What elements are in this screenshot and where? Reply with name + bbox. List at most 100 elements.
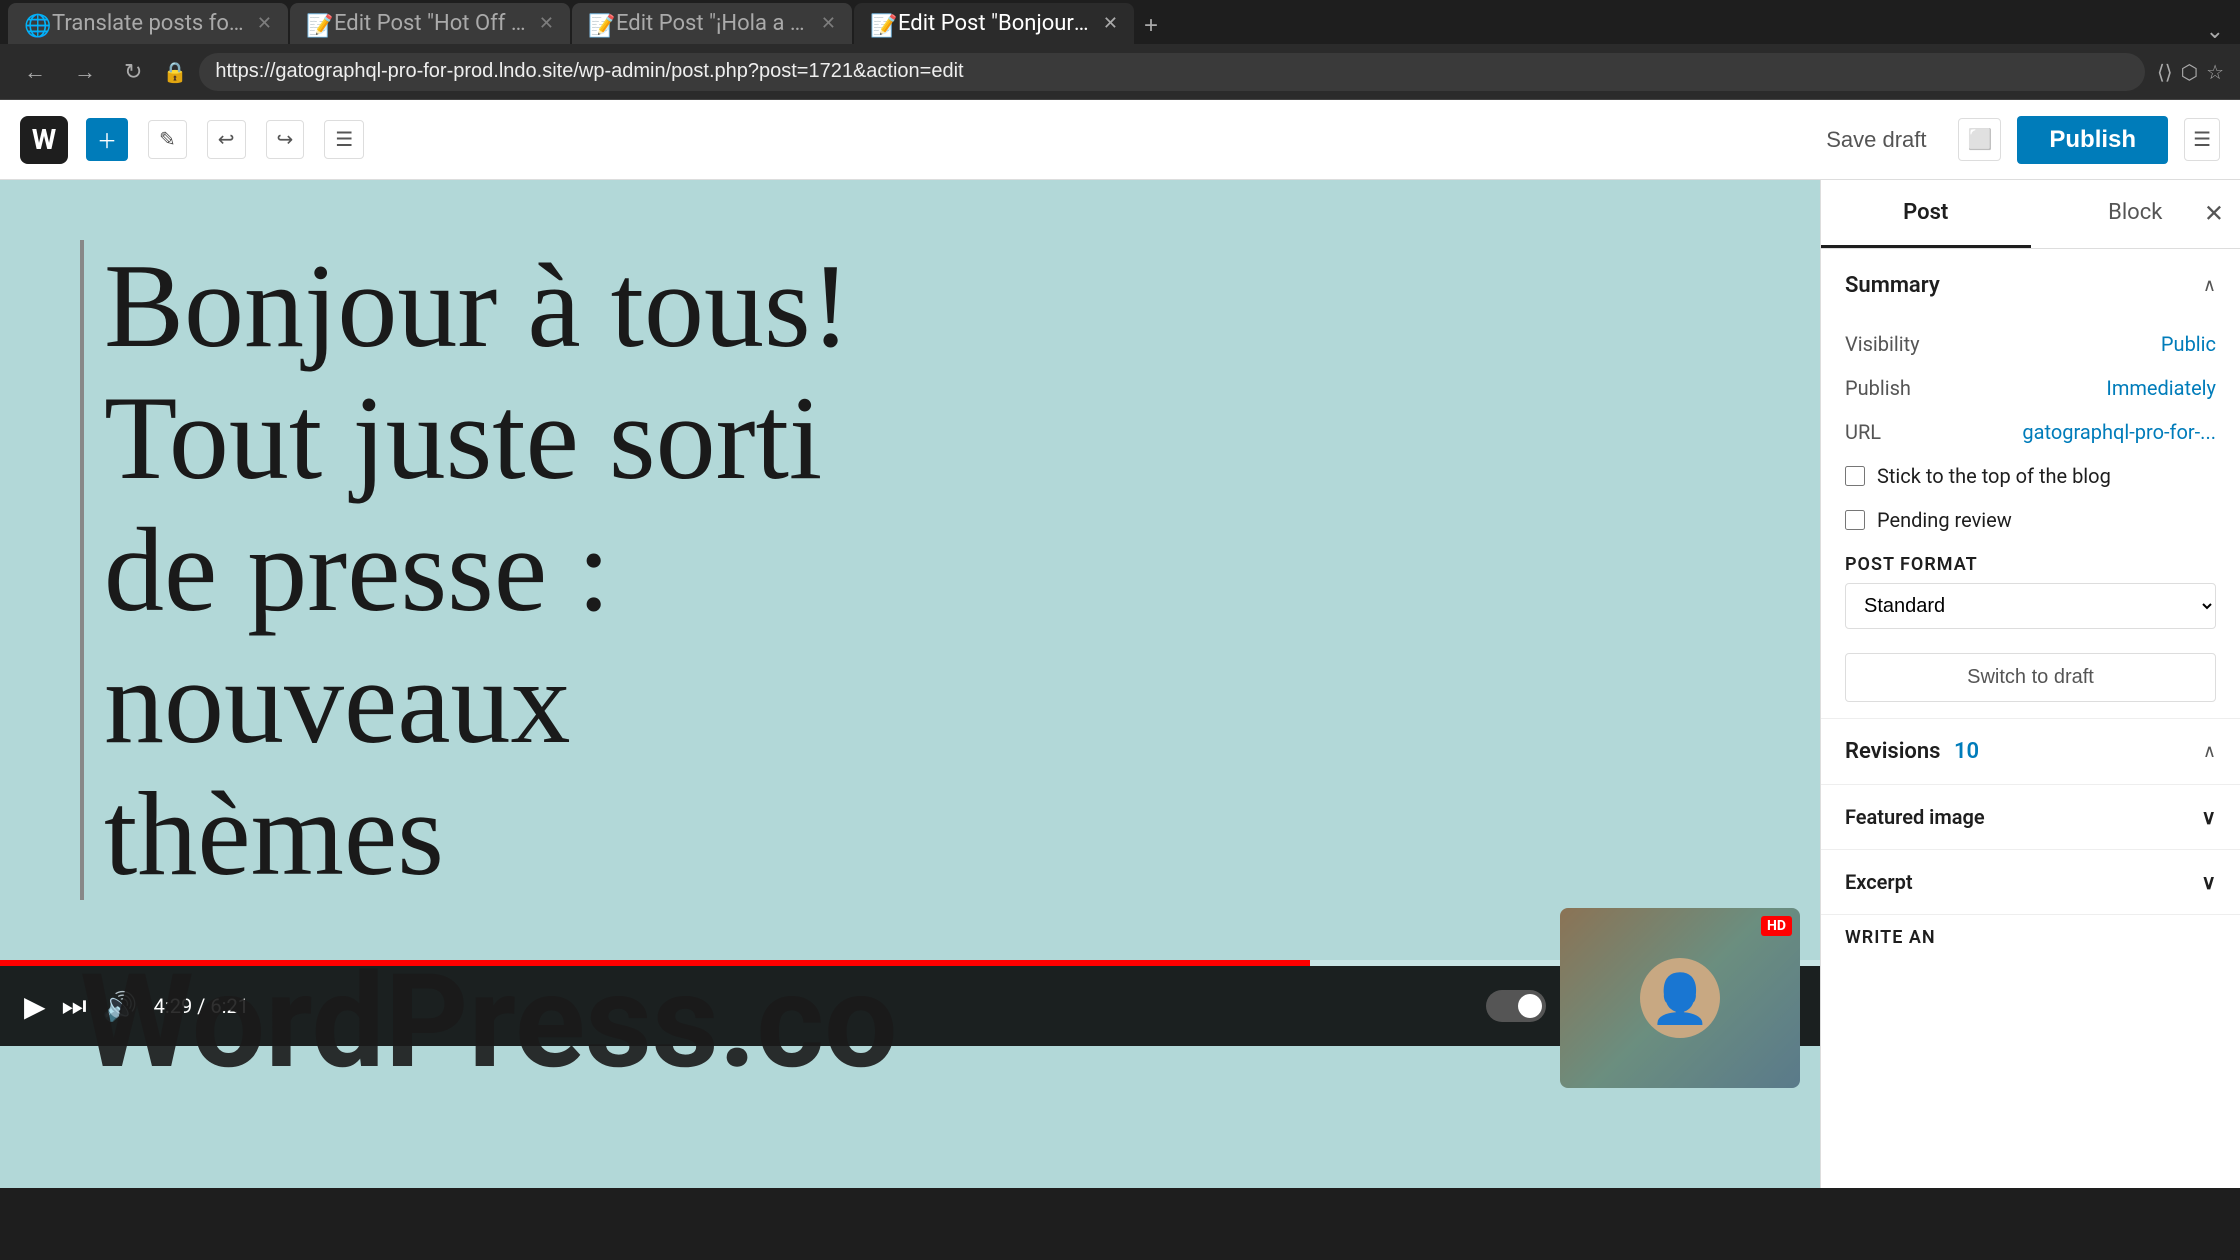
video-progress-bar-fill xyxy=(0,960,1310,966)
excerpt-chevron-icon: ∨ xyxy=(2201,870,2216,894)
extensions-icon: ⬡ xyxy=(2181,60,2198,84)
tab-label-3: Edit Post "¡Hola a todos! Recién... xyxy=(616,11,809,36)
watermark-text: WordPress.co xyxy=(80,945,898,1098)
undo-button[interactable]: ↩ xyxy=(207,120,246,159)
post-title-line4: nouveaux xyxy=(104,635,571,768)
tab-icon-4: 📝 xyxy=(870,14,890,34)
wp-logo-icon: W xyxy=(32,123,57,156)
url-row: ← → ↻ 🔒 ⟨⟩ ⬡ ☆ xyxy=(0,44,2240,100)
autoplay-toggle[interactable] xyxy=(1486,990,1546,1022)
tab-label-4: Edit Post "Bonjour à tous! Tout... xyxy=(898,11,1091,36)
post-title-line2: Tout juste sorti xyxy=(104,371,822,504)
wp-logo[interactable]: W xyxy=(20,116,68,164)
tab-post[interactable]: Post xyxy=(1821,180,2031,248)
bookmark-icon: ☆ xyxy=(2206,60,2224,84)
security-icon: 🔒 xyxy=(162,60,187,84)
tab-icon-1: 🌐 xyxy=(24,14,44,34)
url-label: URL xyxy=(1845,420,1881,444)
tab-icon-2: 📝 xyxy=(306,14,326,34)
sidebar-toggle-button[interactable]: ☰ xyxy=(2184,118,2220,161)
summary-section: Summary ∧ Visibility Public Publish Imme… xyxy=(1821,249,2240,719)
new-tab-button[interactable]: + xyxy=(1136,8,1166,44)
tools-button[interactable]: ✎ xyxy=(148,120,187,159)
summary-title: Summary xyxy=(1845,273,1940,298)
visibility-value[interactable]: Public xyxy=(2161,332,2216,356)
forward-button[interactable]: → xyxy=(66,55,104,89)
url-value[interactable]: gatographql-pro-for-... xyxy=(2022,420,2216,444)
video-pip: 👤 HD xyxy=(1560,908,1800,1088)
sidebar: Post Block ✕ Summary ∧ Visibility Public… xyxy=(1820,180,2240,1188)
post-title-line5: thèmes xyxy=(104,767,444,900)
save-draft-button[interactable]: Save draft xyxy=(1810,119,1942,161)
switch-to-draft-button[interactable]: Switch to draft xyxy=(1845,653,2216,702)
pending-review-row: Pending review xyxy=(1821,498,2240,542)
pending-review-label: Pending review xyxy=(1877,508,2012,532)
redo-button[interactable]: ↪ xyxy=(266,120,305,159)
post-title-line3: de presse : xyxy=(104,503,610,636)
visibility-row: Visibility Public xyxy=(1821,322,2240,366)
post-title-container[interactable]: Bonjour à tous! Tout juste sorti de pres… xyxy=(80,240,1740,900)
tab-icon-3: 📝 xyxy=(588,14,608,34)
tab-close-4[interactable]: ✕ xyxy=(1103,13,1118,34)
stick-to-top-row: Stick to the top of the blog xyxy=(1821,454,2240,498)
sidebar-close-button[interactable]: ✕ xyxy=(2204,200,2224,229)
visibility-label: Visibility xyxy=(1845,332,1920,356)
revisions-section: Revisions 10 ∧ xyxy=(1821,719,2240,785)
editor-content: Bonjour à tous! Tout juste sorti de pres… xyxy=(0,180,1820,960)
tab-close-1[interactable]: ✕ xyxy=(257,13,272,34)
sidebar-tabs: Post Block ✕ xyxy=(1821,180,2240,249)
browser-actions: ⟨⟩ ⬡ ☆ xyxy=(2157,60,2224,84)
write-an-label: WRITE AN xyxy=(1821,915,2240,956)
featured-image-chevron-icon: ∨ xyxy=(2201,805,2216,829)
browser-tab-2[interactable]: 📝 Edit Post "Hot Off the Press: N... ✕ xyxy=(290,3,570,44)
browser-tab-3[interactable]: 📝 Edit Post "¡Hola a todos! Recién... ✕ xyxy=(572,3,852,44)
tab-label-2: Edit Post "Hot Off the Press: N... xyxy=(334,11,527,36)
wp-admin-bar: W ＋ ✎ ↩ ↪ ☰ Save draft ⬜ Publish ☰ xyxy=(0,100,2240,180)
post-title[interactable]: Bonjour à tous! Tout juste sorti de pres… xyxy=(104,240,1740,900)
tab-close-3[interactable]: ✕ xyxy=(821,13,836,34)
sidebar-body[interactable]: Summary ∧ Visibility Public Publish Imme… xyxy=(1821,249,2240,1188)
excerpt-label: Excerpt xyxy=(1845,870,1913,894)
reload-button[interactable]: ↻ xyxy=(116,55,150,89)
revisions-count: 10 xyxy=(1954,739,1979,764)
video-progress-bar-background[interactable] xyxy=(0,960,1820,966)
play-button[interactable]: ▶ xyxy=(24,990,46,1023)
tab-label-1: Translate posts for Polylang (G... xyxy=(52,11,245,36)
pending-review-checkbox[interactable] xyxy=(1845,510,1865,530)
publish-button[interactable]: Publish xyxy=(2017,116,2168,164)
browser-tabs: 🌐 Translate posts for Polylang (G... ✕ 📝… xyxy=(0,0,2240,44)
stick-to-top-label: Stick to the top of the blog xyxy=(1877,464,2111,488)
code-icon: ⟨⟩ xyxy=(2157,60,2173,84)
revisions-chevron-icon: ∧ xyxy=(2203,741,2216,762)
revisions-section-header[interactable]: Revisions 10 ∧ xyxy=(1821,719,2240,784)
summary-section-header[interactable]: Summary ∧ xyxy=(1821,249,2240,322)
tab-bar-overflow: ⌄ xyxy=(2206,19,2232,44)
preview-button[interactable]: ⬜ xyxy=(1958,118,2001,161)
post-format-select[interactable]: Standard Aside Image Video Quote Link Ga… xyxy=(1845,583,2216,629)
wp-admin-right: Save draft ⬜ Publish ☰ xyxy=(1810,116,2220,164)
url-bar[interactable] xyxy=(199,53,2145,91)
featured-image-section[interactable]: Featured image ∨ xyxy=(1821,785,2240,850)
add-block-button[interactable]: ＋ xyxy=(86,118,128,161)
tab-close-2[interactable]: ✕ xyxy=(539,13,554,34)
publish-value[interactable]: Immediately xyxy=(2106,376,2216,400)
stick-to-top-checkbox[interactable] xyxy=(1845,466,1865,486)
main-layout: Bonjour à tous! Tout juste sorti de pres… xyxy=(0,180,2240,1188)
back-button[interactable]: ← xyxy=(16,55,54,89)
browser-tab-4[interactable]: 📝 Edit Post "Bonjour à tous! Tout... ✕ xyxy=(854,3,1134,44)
list-view-button[interactable]: ☰ xyxy=(324,120,364,159)
pip-avatar: 👤 xyxy=(1640,958,1720,1038)
editor-area[interactable]: Bonjour à tous! Tout juste sorti de pres… xyxy=(0,180,1820,1188)
post-title-line1: Bonjour à tous! xyxy=(104,239,851,372)
url-row-sidebar: URL gatographql-pro-for-... xyxy=(1821,410,2240,454)
browser-tab-1[interactable]: 🌐 Translate posts for Polylang (G... ✕ xyxy=(8,3,288,44)
excerpt-section[interactable]: Excerpt ∨ xyxy=(1821,850,2240,915)
summary-chevron-icon: ∧ xyxy=(2203,275,2216,296)
publish-label: Publish xyxy=(1845,376,1911,400)
hd-badge: HD xyxy=(1761,916,1792,936)
post-format-label: POST FORMAT xyxy=(1821,542,2240,583)
toggle-knob xyxy=(1518,994,1542,1018)
publish-row: Publish Immediately xyxy=(1821,366,2240,410)
revisions-title: Revisions 10 xyxy=(1845,739,1979,764)
featured-image-label: Featured image xyxy=(1845,805,1985,829)
